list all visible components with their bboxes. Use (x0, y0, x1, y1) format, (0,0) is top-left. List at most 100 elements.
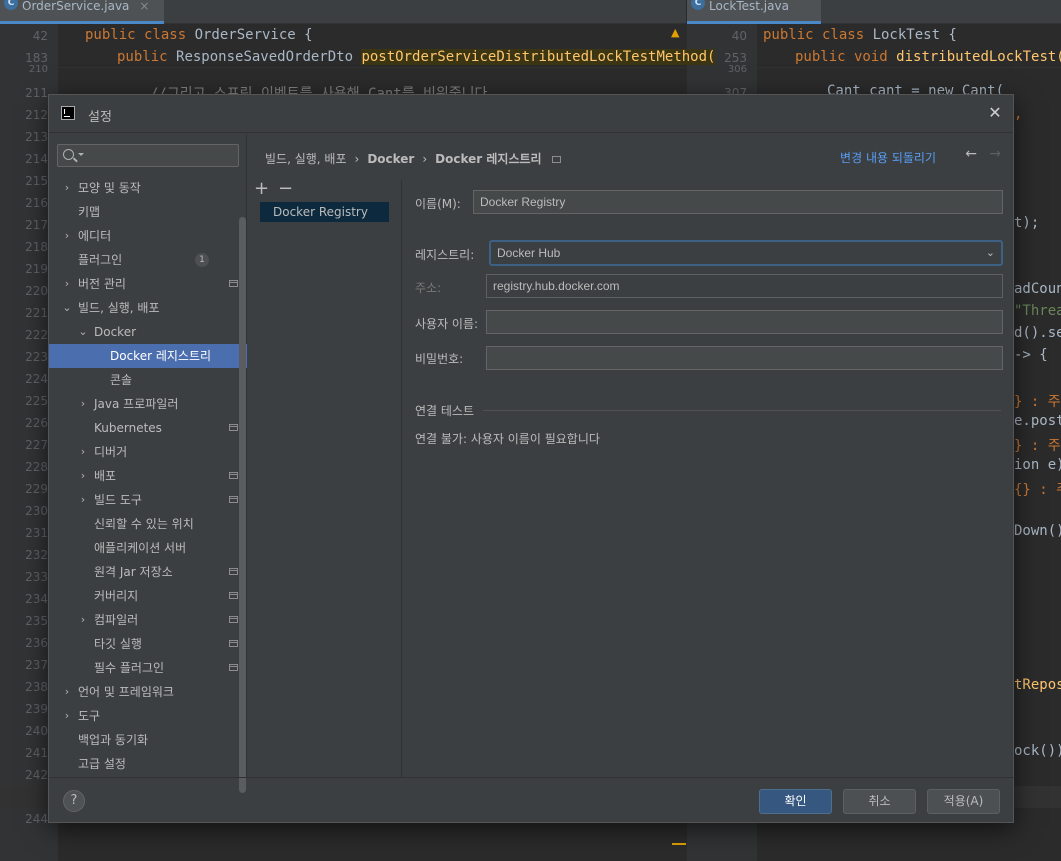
name-field[interactable]: Docker Registry (473, 190, 1003, 214)
tree-item[interactable]: › 디버거 (49, 440, 247, 464)
chevron-right-icon[interactable]: › (78, 608, 88, 632)
tree-item[interactable]: 고급 설정 (49, 752, 247, 776)
ok-button[interactable]: 확인 (759, 789, 832, 814)
chevron-right-icon[interactable]: › (62, 704, 72, 728)
code-keyword: public void (795, 49, 897, 65)
left-tabbar: C OrderService.java × (0, 0, 686, 24)
line-number: 236 (25, 636, 48, 650)
username-field[interactable] (486, 310, 1003, 334)
close-icon[interactable]: ✕ (985, 103, 1005, 123)
chevron-right-icon[interactable]: › (78, 392, 88, 416)
chevron-right-icon[interactable]: › (78, 464, 88, 488)
chevron-down-icon[interactable]: ⌄ (78, 320, 88, 344)
tree-item-label: 백업과 동기화 (78, 733, 149, 747)
line-number: 225 (25, 394, 48, 408)
tree-item-label: 도구 (78, 709, 101, 723)
tab-locktest[interactable]: C LockTest.java (687, 0, 821, 24)
line-number: 306 (727, 64, 747, 75)
tree-item[interactable]: › 버전 관리 (49, 272, 247, 296)
chevron-down-icon[interactable]: ⌄ (62, 296, 72, 320)
chevron-right-icon[interactable]: › (62, 224, 72, 248)
class-icon: C (4, 0, 18, 10)
chevron-right-icon[interactable]: › (62, 176, 72, 200)
tree-item[interactable]: 필수 플러그인 (49, 656, 247, 680)
password-label: 비밀번호: (415, 352, 464, 366)
tree-item[interactable]: 백업과 동기화 (49, 728, 247, 752)
tab-orderservice[interactable]: C OrderService.java × (0, 0, 164, 24)
line-number: 240 (25, 724, 48, 738)
tree-item[interactable]: ⌄ 빌드, 실행, 배포 (49, 296, 247, 320)
apply-button[interactable]: 적용(A) (927, 789, 1000, 814)
chevron-right-icon[interactable]: › (62, 272, 72, 296)
tree-scrollbar[interactable] (239, 217, 246, 793)
line-number: 219 (25, 262, 48, 276)
forward-arrow-icon[interactable]: → (989, 146, 1001, 162)
tree-item[interactable]: 커버리지 (49, 584, 247, 608)
address-field[interactable]: registry.hub.docker.com (486, 274, 1003, 298)
tree-item[interactable]: › 언어 및 프레임워크 (49, 680, 247, 704)
gutter-line-42 (100, 26, 108, 34)
chevron-right-icon[interactable]: › (62, 680, 72, 704)
chevron-right-icon[interactable]: › (78, 440, 88, 464)
help-icon[interactable]: ? (63, 790, 85, 812)
tree-item[interactable]: › 배포 (49, 464, 247, 488)
line-number: 226 (25, 416, 48, 430)
breadcrumb-item[interactable]: Docker (367, 152, 414, 166)
dialog-titlebar[interactable]: 설정 ✕ (49, 95, 1013, 133)
tree-item[interactable]: ⌄ Docker (49, 320, 247, 344)
tree-item-label: 타깃 실행 (94, 637, 142, 651)
search-icon (63, 149, 74, 160)
add-icon[interactable]: + (254, 178, 269, 199)
class-icon: C (691, 0, 705, 10)
close-tab-icon[interactable]: × (139, 0, 149, 13)
tree-item-label: 빌드, 실행, 배포 (78, 301, 160, 315)
line-number: 232 (25, 548, 48, 562)
breadcrumb-current: Docker 레지스트리 (435, 152, 542, 166)
code-text: OrderService { (194, 27, 313, 43)
line-number: 218 (25, 240, 48, 254)
code-fragment: Down() (1014, 523, 1061, 539)
cancel-button[interactable]: 취소 (843, 789, 916, 814)
code-keyword: public (117, 49, 177, 65)
tree-item[interactable]: 애플리케이션 서버 (49, 536, 247, 560)
code-fragment: t); (1014, 215, 1040, 231)
tree-item[interactable]: Kubernetes (49, 416, 247, 440)
breadcrumb-item[interactable]: 빌드, 실행, 배포 (265, 152, 347, 166)
list-toolbar: + − (248, 178, 402, 202)
tree-item[interactable]: 타깃 실행 (49, 632, 247, 656)
sticky-line: public ResponseSavedOrderDto postOrderSe… (117, 49, 716, 65)
line-number: 237 (25, 658, 48, 672)
code-function: postOrderServiceDistributedLockTestMetho… (361, 49, 716, 65)
code-text: ResponseSavedOrderDto (176, 49, 362, 65)
tree-item[interactable]: 콘솔 (49, 368, 247, 392)
tree-item[interactable]: › 도구 (49, 704, 247, 728)
tree-item[interactable]: Docker 레지스트리 (49, 344, 247, 368)
tree-item[interactable]: 신뢰할 수 있는 위치 (49, 512, 247, 536)
warning-icon[interactable]: ▲ (671, 26, 679, 39)
tree-item-label: Docker 레지스트리 (110, 349, 212, 363)
tree-item[interactable]: 키맵 (49, 200, 247, 224)
remove-icon[interactable]: − (278, 178, 293, 199)
tree-item[interactable]: › 빌드 도구 (49, 488, 247, 512)
line-number: 212 (25, 108, 48, 122)
tree-item[interactable]: 원격 Jar 저장소 (49, 560, 247, 584)
tree-item[interactable]: 플러그인 1 (49, 248, 247, 272)
revert-changes-link[interactable]: 변경 내용 되돌리기 (840, 149, 936, 166)
back-arrow-icon[interactable]: ← (965, 146, 977, 162)
tree-item[interactable]: › 에디터 (49, 224, 247, 248)
line-number: 241 (25, 746, 48, 760)
sticky-line: public class LockTest { (763, 27, 957, 43)
tree-item-label: 배포 (94, 469, 117, 483)
tree-item[interactable]: › 컴파일러 (49, 608, 247, 632)
registry-select[interactable]: Docker Hub ⌄ (489, 240, 1003, 266)
registry-list-item[interactable]: Docker Registry (260, 202, 389, 222)
right-tabbar: C LockTest.java (687, 0, 1061, 24)
tree-item-label: Docker (94, 325, 137, 339)
line-number: 223 (25, 350, 48, 364)
breadcrumb-bar: 빌드, 실행, 배포 › Docker › Docker 레지스트리 변경 내용 되돌리… (248, 134, 1015, 180)
settings-search-input[interactable] (57, 144, 239, 167)
tree-item[interactable]: › Java 프로파일러 (49, 392, 247, 416)
password-field[interactable] (486, 346, 1003, 370)
tree-item[interactable]: › 모양 및 동작 (49, 176, 247, 200)
chevron-right-icon[interactable]: › (78, 488, 88, 512)
